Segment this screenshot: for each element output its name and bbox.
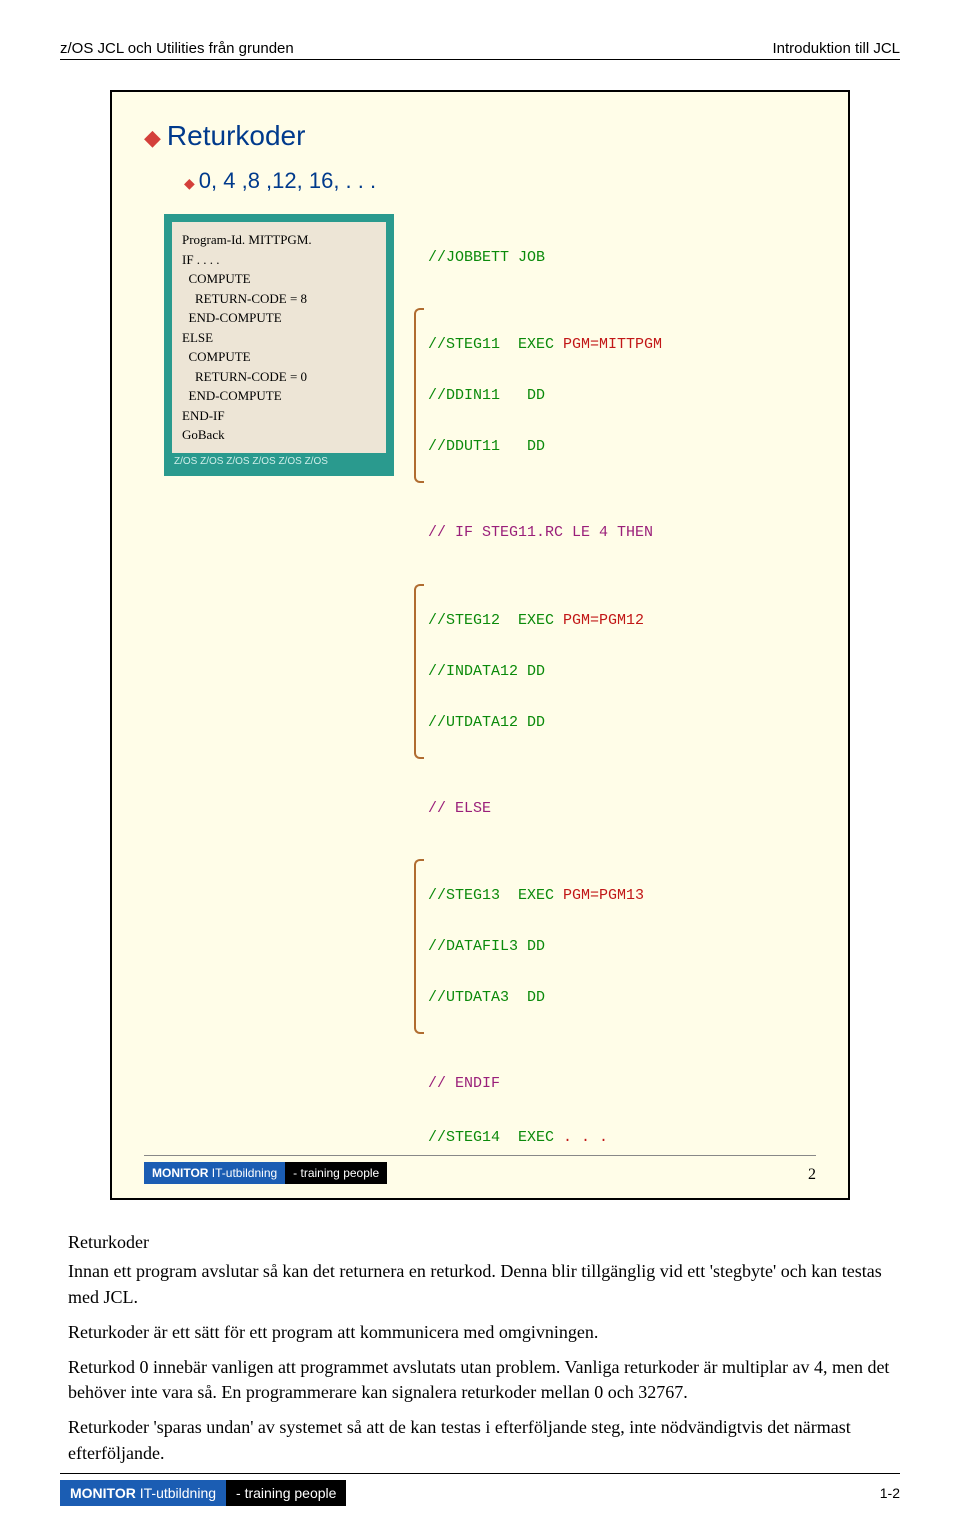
body-text: Returkoder Innan ett program avslutar så… bbox=[60, 1230, 900, 1466]
jcl-param: . . . bbox=[554, 1129, 608, 1146]
jcl-group-1: //STEG11 EXEC PGM=MITTPGM //DDIN11 DD //… bbox=[414, 302, 662, 489]
jcl-line: //INDATA12 DD bbox=[428, 663, 545, 680]
monitor-brand: MONITOR bbox=[152, 1166, 208, 1180]
jcl-param: PGM=PGM12 bbox=[554, 612, 644, 629]
jcl-line: //UTDATA12 DD bbox=[428, 714, 545, 731]
monitor-brand: MONITOR bbox=[70, 1485, 136, 1501]
slide-subtitle: ◆0, 4 ,8 ,12, 16, . . . bbox=[184, 168, 816, 194]
jcl-line: //STEG13 EXEC bbox=[428, 887, 554, 904]
monitor-sub: IT-utbildning bbox=[208, 1166, 277, 1180]
header-left: z/OS JCL och Utilities från grunden bbox=[60, 40, 294, 57]
slide-content: Program-Id. MITTPGM. IF . . . . COMPUTE … bbox=[164, 214, 816, 1182]
jcl-block: //JOBBETT JOB //STEG11 EXEC PGM=MITTPGM … bbox=[414, 214, 662, 1182]
jcl-line: //DDUT11 DD bbox=[428, 438, 545, 455]
training-text: - training people bbox=[285, 1162, 387, 1184]
body-heading: Returkoder bbox=[68, 1230, 892, 1255]
slide-footer: MONITOR IT-utbildning - training people … bbox=[144, 1155, 816, 1184]
jcl-if: // IF STEG11.RC LE 4 THEN bbox=[428, 524, 653, 541]
slide-title-text: Returkoder bbox=[167, 120, 306, 151]
cobol-code: Program-Id. MITTPGM. IF . . . . COMPUTE … bbox=[172, 222, 386, 453]
header-right: Introduktion till JCL bbox=[772, 40, 900, 57]
jcl-line: //DDIN11 DD bbox=[428, 387, 545, 404]
diamond-icon: ◆ bbox=[184, 175, 195, 191]
jcl-endif: // ENDIF bbox=[428, 1075, 500, 1092]
jcl-group-2: //STEG12 EXEC PGM=PGM12 //INDATA12 DD //… bbox=[414, 578, 662, 765]
monitor-badge: MONITOR IT-utbildning - training people bbox=[144, 1162, 387, 1184]
cobol-box: Program-Id. MITTPGM. IF . . . . COMPUTE … bbox=[164, 214, 394, 476]
body-para: Innan ett program avslutar så kan det re… bbox=[68, 1259, 892, 1309]
jcl-line: //STEG11 EXEC bbox=[428, 336, 554, 353]
jcl-else: // ELSE bbox=[428, 800, 491, 817]
jcl-line: //DATAFIL3 DD bbox=[428, 938, 545, 955]
monitor-sub: IT-utbildning bbox=[136, 1485, 216, 1501]
slide-title: ◆Returkoder bbox=[144, 120, 816, 152]
body-para: Returkod 0 innebär vanligen att programm… bbox=[68, 1355, 892, 1405]
slide: ◆Returkoder ◆0, 4 ,8 ,12, 16, . . . Prog… bbox=[110, 90, 850, 1200]
jcl-line: //JOBBETT JOB bbox=[428, 249, 545, 266]
jcl-param: PGM=PGM13 bbox=[554, 887, 644, 904]
zos-row: Z/OS Z/OS Z/OS Z/OS Z/OS Z/OS bbox=[172, 453, 386, 468]
slide-subtitle-text: 0, 4 ,8 ,12, 16, . . . bbox=[199, 168, 376, 193]
jcl-line: //STEG14 EXEC bbox=[428, 1129, 554, 1146]
jcl-line: //UTDATA3 DD bbox=[428, 989, 545, 1006]
page-header: z/OS JCL och Utilities från grunden Intr… bbox=[60, 40, 900, 60]
jcl-group-3: //STEG13 EXEC PGM=PGM13 //DATAFIL3 DD //… bbox=[414, 853, 662, 1040]
training-text: - training people bbox=[226, 1480, 346, 1506]
page-number: 1-2 bbox=[880, 1485, 900, 1501]
jcl-param: PGM=MITTPGM bbox=[554, 336, 662, 353]
diamond-icon: ◆ bbox=[144, 125, 161, 150]
page-footer: MONITOR IT-utbildning - training people … bbox=[60, 1473, 900, 1506]
body-para: Returkoder 'sparas undan' av systemet så… bbox=[68, 1415, 892, 1465]
slide-number: 2 bbox=[808, 1166, 816, 1184]
monitor-badge: MONITOR IT-utbildning - training people bbox=[60, 1480, 346, 1506]
jcl-line: //STEG12 EXEC bbox=[428, 612, 554, 629]
body-para: Returkoder är ett sätt för ett program a… bbox=[68, 1320, 892, 1345]
